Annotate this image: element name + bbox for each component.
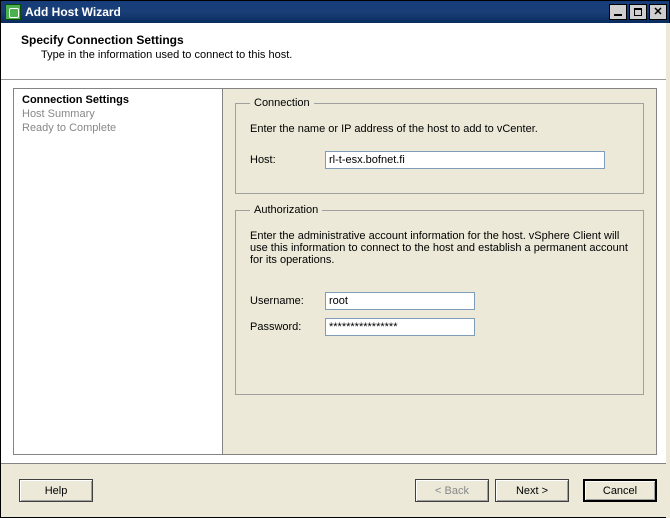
wizard-main-pane: Connection Enter the name or IP address … xyxy=(223,88,657,455)
minimize-button[interactable] xyxy=(609,4,627,20)
next-button[interactable]: Next > xyxy=(495,479,569,502)
wizard-header: Specify Connection Settings Type in the … xyxy=(1,23,669,80)
username-label: Username: xyxy=(250,295,325,307)
app-icon xyxy=(5,4,21,20)
wizard-footer: Help < Back Next > Cancel xyxy=(1,463,669,517)
sidebar-step-host-summary: Host Summary xyxy=(22,107,214,121)
window-right-edge xyxy=(666,23,670,518)
wizard-steps-sidebar: Connection Settings Host Summary Ready t… xyxy=(13,88,223,455)
connection-legend: Connection xyxy=(250,97,314,109)
page-subtitle: Type in the information used to connect … xyxy=(41,49,649,61)
cancel-button[interactable]: Cancel xyxy=(583,479,657,502)
sidebar-step-ready-to-complete: Ready to Complete xyxy=(22,121,214,135)
host-label: Host: xyxy=(250,154,325,166)
page-title: Specify Connection Settings xyxy=(21,33,649,47)
sidebar-step-connection-settings[interactable]: Connection Settings xyxy=(22,93,214,107)
connection-instruction: Enter the name or IP address of the host… xyxy=(250,123,629,135)
close-button[interactable]: ✕ xyxy=(649,4,667,20)
host-input[interactable] xyxy=(325,151,605,169)
username-input[interactable] xyxy=(325,292,475,310)
authorization-legend: Authorization xyxy=(250,204,322,216)
password-label: Password: xyxy=(250,321,325,333)
window-title: Add Host Wizard xyxy=(25,5,121,19)
titlebar: Add Host Wizard ✕ xyxy=(1,1,669,23)
help-button[interactable]: Help xyxy=(19,479,93,502)
back-button[interactable]: < Back xyxy=(415,479,489,502)
authorization-group: Authorization Enter the administrative a… xyxy=(235,204,644,395)
authorization-instruction: Enter the administrative account informa… xyxy=(250,230,629,266)
maximize-button[interactable] xyxy=(629,4,647,20)
connection-group: Connection Enter the name or IP address … xyxy=(235,97,644,194)
add-host-wizard-window: Add Host Wizard ✕ Specify Connection Set… xyxy=(0,0,670,518)
password-input[interactable] xyxy=(325,318,475,336)
